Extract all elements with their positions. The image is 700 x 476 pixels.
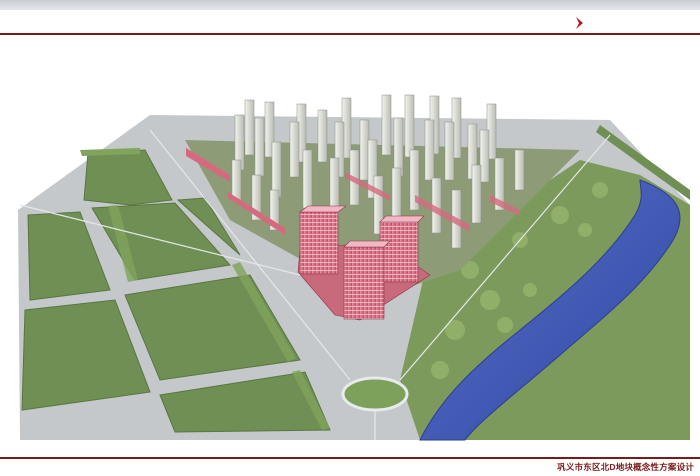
roundabout: [341, 376, 409, 412]
chevron-right-icon[interactable]: [574, 15, 588, 31]
project-caption: 巩义市东区北D地块概念性方案设计: [557, 462, 694, 472]
footer-divider: [0, 457, 700, 459]
header-divider: [0, 33, 700, 35]
aerial-site-rendering: [18, 94, 690, 441]
slide-top-band: [0, 0, 700, 10]
